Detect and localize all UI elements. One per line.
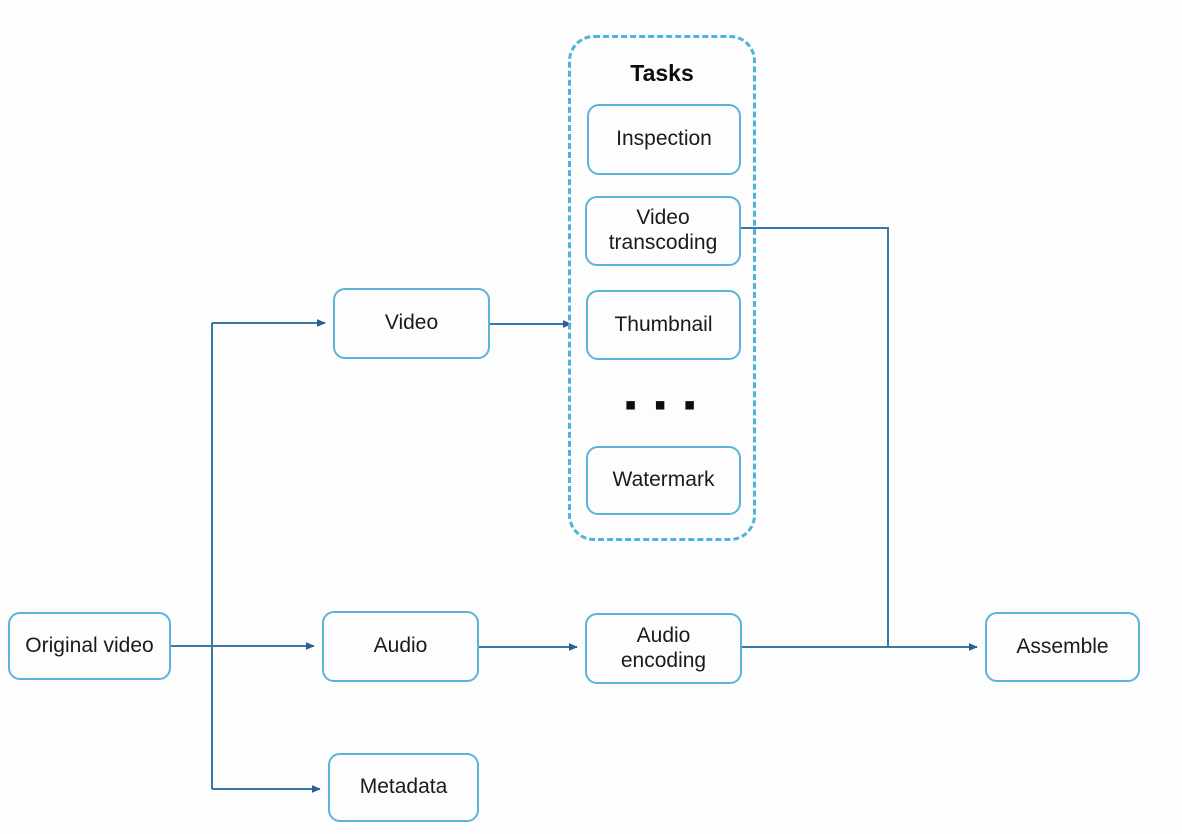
node-label: Audio encoding [620, 623, 707, 672]
node-label: Thumbnail [614, 312, 713, 336]
tasks-group-title: Tasks [630, 60, 694, 86]
node-label: Watermark [612, 468, 715, 492]
node-label: Assemble [1016, 634, 1109, 658]
node-label: Video transcoding [608, 206, 718, 254]
node-audio-encoding[interactable]: Audio encoding [585, 613, 742, 684]
node-label: Audio [373, 634, 428, 658]
node-label: Metadata [359, 775, 448, 799]
node-watermark[interactable]: Watermark [586, 446, 741, 515]
edge-transcoding-to-assemble [741, 227, 889, 647]
node-label: Video [384, 311, 439, 335]
tasks-ellipsis-indicator: ▪ ▪ ▪ [624, 386, 700, 424]
node-thumbnail[interactable]: Thumbnail [586, 290, 741, 360]
node-metadata[interactable]: Metadata [328, 753, 479, 822]
node-original-video[interactable]: Original video [8, 612, 171, 680]
flow-diagram-canvas: Tasks Original video Video Audio Metadat… [0, 0, 1182, 834]
node-assemble[interactable]: Assemble [985, 612, 1140, 682]
node-video-transcoding[interactable]: Video transcoding [585, 196, 741, 266]
node-label: Original video [25, 633, 154, 657]
node-video[interactable]: Video [333, 288, 490, 359]
node-label: Inspection [616, 127, 712, 151]
node-inspection[interactable]: Inspection [587, 104, 741, 175]
node-audio[interactable]: Audio [322, 611, 479, 682]
